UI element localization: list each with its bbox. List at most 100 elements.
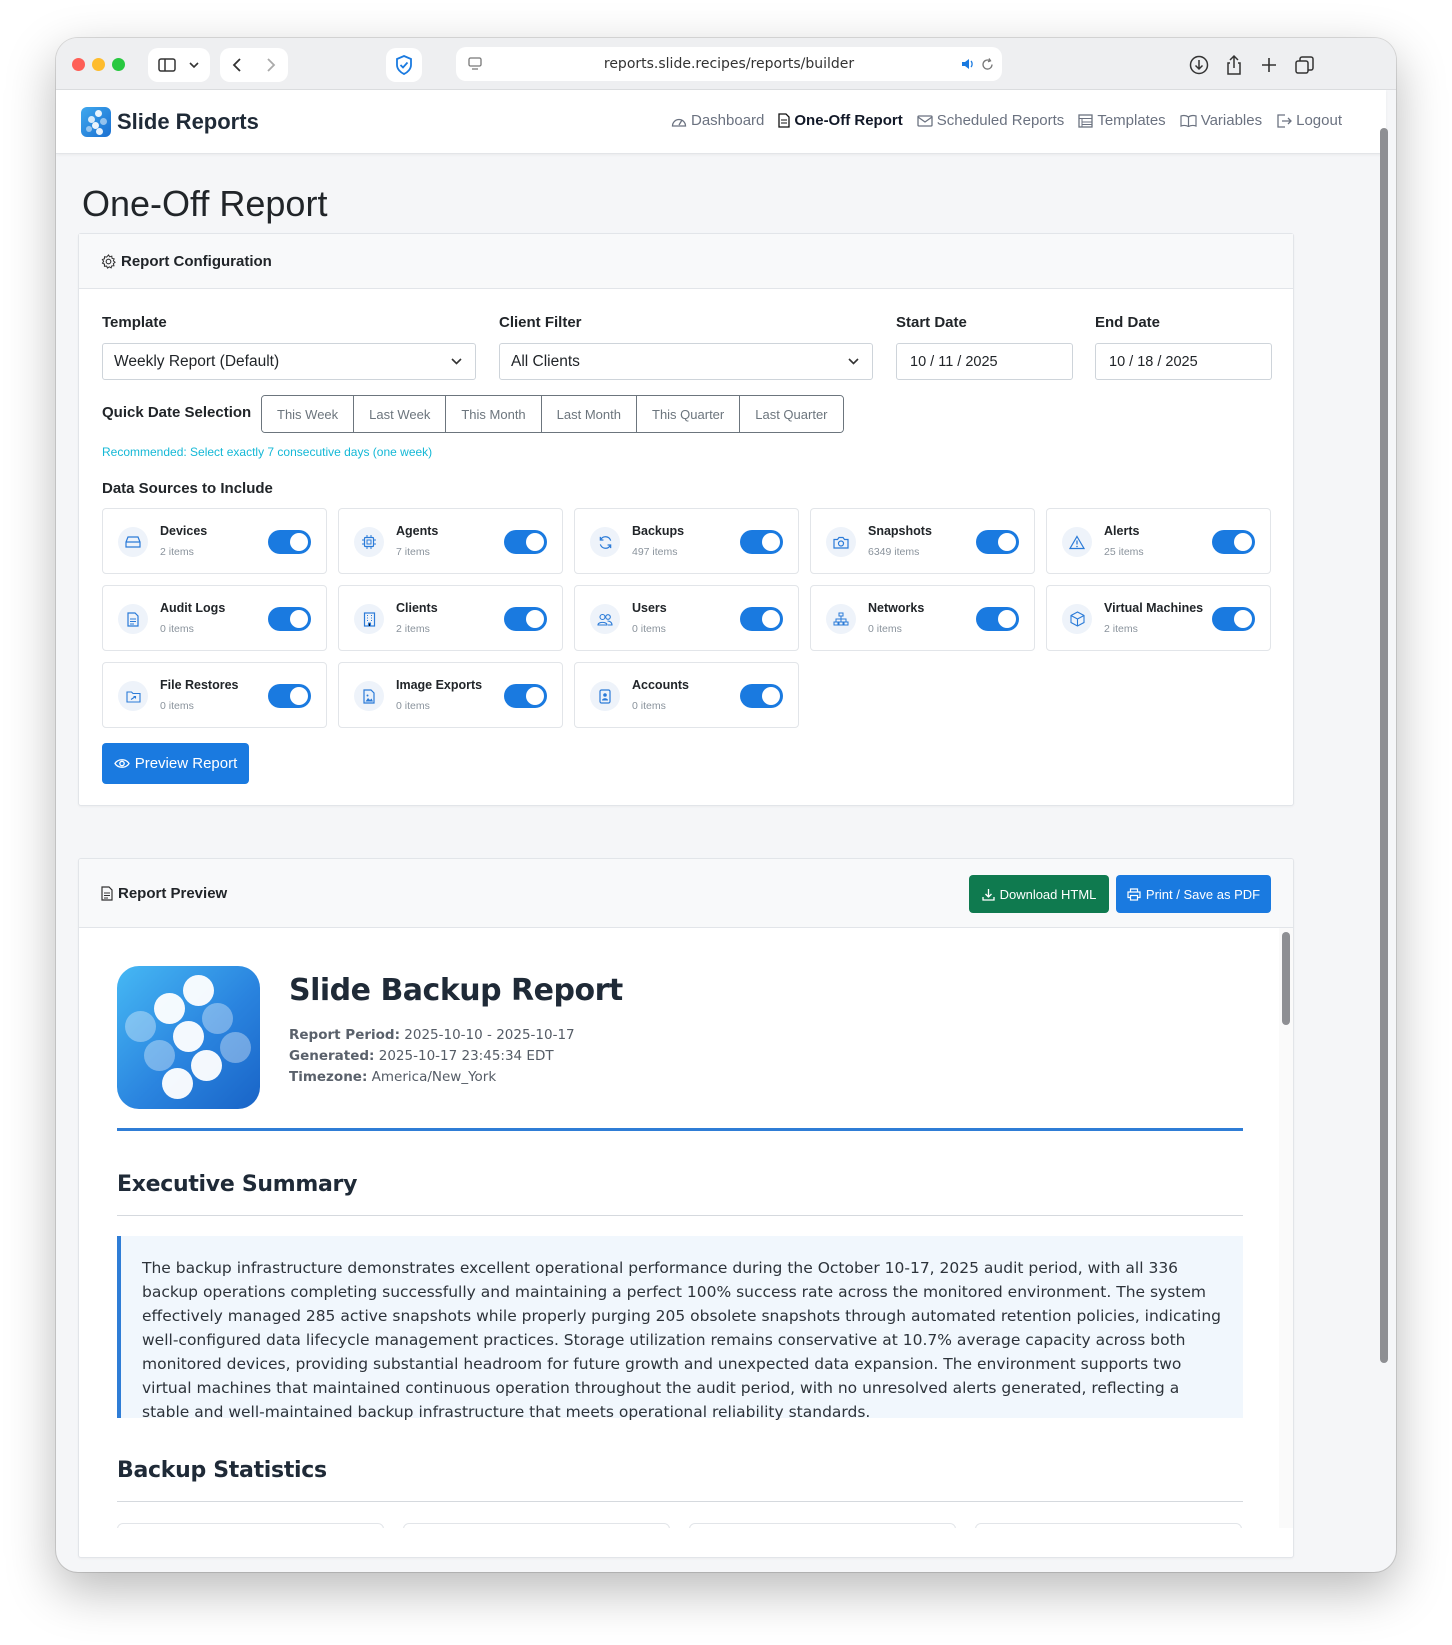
backups-toggle[interactable] [740, 530, 783, 554]
report-timezone-value: America/New_York [371, 1069, 497, 1085]
drive-icon [118, 527, 148, 557]
nav-dashboard-label: Dashboard [691, 112, 765, 129]
printer-icon [1127, 887, 1141, 901]
data-source-count: 0 items [868, 623, 902, 635]
minimize-window-button[interactable] [92, 58, 105, 71]
quick-date-last-month[interactable]: Last Month [541, 396, 637, 432]
back-icon[interactable] [232, 57, 242, 73]
data-source-devices: Devices 2 items [102, 508, 327, 574]
data-source-count: 25 items [1104, 546, 1144, 558]
quick-date-last-week[interactable]: Last Week [354, 396, 447, 432]
report-configuration-title: Report Configuration [121, 252, 272, 270]
data-source-clients: Clients 2 items [338, 585, 563, 651]
data-source-file-restores: File Restores 0 items [102, 662, 327, 728]
speaker-icon[interactable] [960, 57, 976, 71]
clients-toggle[interactable] [504, 607, 547, 631]
page-settings-icon[interactable] [468, 57, 482, 71]
reload-icon[interactable] [981, 58, 994, 71]
virtual-machines-toggle[interactable] [1212, 607, 1255, 631]
date-range-hint: Recommended: Select exactly 7 consecutiv… [102, 445, 433, 459]
nav-dashboard[interactable]: Dashboard [671, 112, 764, 129]
nav-scheduled-reports[interactable]: Scheduled Reports [917, 112, 1065, 129]
address-bar[interactable]: reports.slide.recipes/reports/builder [456, 47, 1002, 81]
quick-date-this-week[interactable]: This Week [262, 396, 355, 432]
client-filter-select[interactable]: All Clients [499, 343, 873, 380]
quick-date-this-quarter[interactable]: This Quarter [637, 396, 741, 432]
executive-summary-divider [117, 1215, 1243, 1216]
close-window-button[interactable] [72, 58, 85, 71]
nav-scheduled-reports-label: Scheduled Reports [936, 112, 1065, 129]
download-circle-icon [1189, 55, 1209, 75]
report-preview-card: Report Preview Download HTML Print / Sav… [78, 858, 1294, 1558]
dashboard-icon [671, 118, 687, 127]
page-scrollbar[interactable] [1380, 128, 1388, 1568]
nav-one-off-report[interactable]: One-Off Report [778, 112, 903, 129]
brand-link[interactable]: Slide Reports [81, 107, 259, 137]
image-exports-toggle[interactable] [504, 684, 547, 708]
quick-date-last-quarter[interactable]: Last Quarter [740, 396, 843, 432]
download-html-label: Download HTML [999, 886, 1097, 902]
file-restores-toggle[interactable] [268, 684, 311, 708]
report-title: Slide Backup Report [289, 973, 623, 1008]
data-source-name: Agents [396, 524, 439, 538]
devices-toggle[interactable] [268, 530, 311, 554]
data-source-name: Audit Logs [160, 601, 226, 615]
report-header-divider [117, 1128, 1243, 1131]
forward-icon[interactable] [266, 57, 276, 73]
template-select[interactable]: Weekly Report (Default) [102, 343, 476, 380]
data-source-count: 2 items [1104, 623, 1138, 635]
data-source-name: File Restores [160, 678, 239, 692]
preview-scrollbar[interactable] [1279, 928, 1293, 1528]
tab-overview-button[interactable] [1291, 52, 1317, 78]
stat-card [689, 1523, 956, 1528]
agents-toggle[interactable] [504, 530, 547, 554]
data-source-alerts: Alerts 25 items [1046, 508, 1271, 574]
end-date-input[interactable]: 10 / 18 / 2025 [1095, 343, 1272, 380]
privacy-shield-button[interactable] [386, 48, 422, 82]
executive-summary-heading: Executive Summary [117, 1172, 358, 1197]
data-source-name: Accounts [632, 678, 689, 692]
share-button[interactable] [1221, 52, 1247, 78]
start-date-input[interactable]: 10 / 11 / 2025 [896, 343, 1073, 380]
building-icon [354, 604, 384, 634]
snapshots-toggle[interactable] [976, 530, 1019, 554]
sidebar-toggle-button[interactable] [148, 48, 210, 82]
badge-icon [590, 681, 620, 711]
downloads-button[interactable] [1186, 52, 1212, 78]
brand-name: Slide Reports [117, 109, 259, 134]
print-save-pdf-button[interactable]: Print / Save as PDF [1116, 875, 1271, 913]
template-select-value: Weekly Report (Default) [114, 352, 280, 370]
data-source-count: 497 items [632, 546, 678, 558]
audit-logs-toggle[interactable] [268, 607, 311, 631]
report-preview-content: Slide Backup Report Report Period: 2025-… [79, 928, 1293, 1528]
nav-one-off-report-label: One-Off Report [794, 112, 903, 129]
backup-statistics-divider [117, 1501, 1243, 1502]
quick-date-this-month[interactable]: This Month [446, 396, 542, 432]
nav-logout[interactable]: Logout [1276, 112, 1342, 129]
report-generated-value: 2025-10-17 23:45:34 EDT [378, 1048, 554, 1064]
plus-icon [1262, 58, 1276, 72]
new-tab-button[interactable] [1256, 52, 1282, 78]
zoom-window-button[interactable] [112, 58, 125, 71]
cpu-icon [354, 527, 384, 557]
preview-scrollbar-thumb[interactable] [1282, 932, 1290, 1025]
main-nav: Dashboard One-Off Report Scheduled Repor… [671, 112, 1342, 129]
users-toggle[interactable] [740, 607, 783, 631]
nav-variables[interactable]: Variables [1180, 112, 1262, 129]
alerts-toggle[interactable] [1212, 530, 1255, 554]
download-html-button[interactable]: Download HTML [969, 875, 1109, 913]
shield-icon [396, 55, 412, 75]
client-filter-value: All Clients [511, 352, 580, 370]
networks-toggle[interactable] [976, 607, 1019, 631]
template-label: Template [102, 314, 167, 331]
nav-templates[interactable]: Templates [1078, 112, 1166, 129]
stat-card [975, 1523, 1242, 1528]
history-nav [220, 48, 288, 82]
accounts-toggle[interactable] [740, 684, 783, 708]
report-generated-label: Generated: [289, 1048, 375, 1064]
report-preview-header: Report Preview [79, 859, 1293, 928]
page-scrollbar-thumb[interactable] [1380, 128, 1388, 1363]
data-source-users: Users 0 items [574, 585, 799, 651]
preview-report-button[interactable]: Preview Report [102, 743, 249, 784]
start-date-label: Start Date [896, 314, 967, 331]
